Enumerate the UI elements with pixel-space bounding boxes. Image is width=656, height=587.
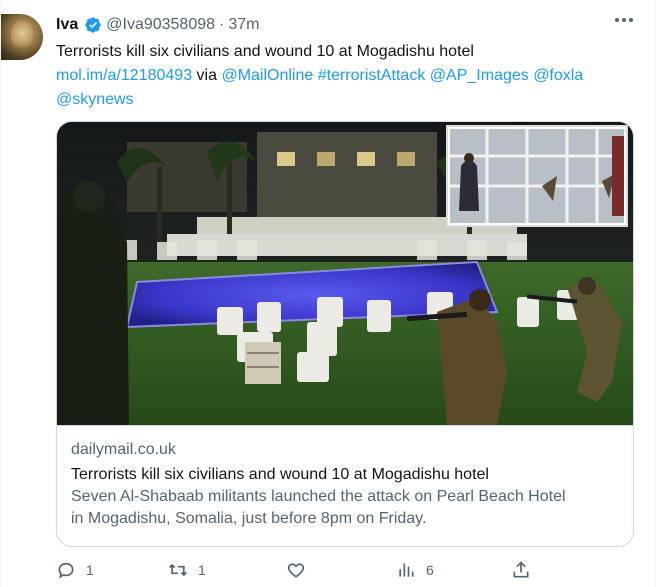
mention-ap-images[interactable]: @AP_Images (430, 67, 529, 84)
like-icon (287, 563, 305, 578)
display-name[interactable]: Iva (56, 16, 78, 34)
card-title: Terrorists kill six civilians and wound … (71, 466, 489, 483)
mention-mailonline[interactable]: @MailOnline (221, 67, 313, 84)
hotel-attack-photo (57, 122, 633, 425)
tweet-header: Iva @Iva90358098 · 37m (56, 14, 259, 36)
share-icon (513, 561, 529, 578)
retweet-count: 1 (198, 562, 206, 578)
tweet-links-line-2: @skynews (56, 88, 646, 112)
separator-dot: · (219, 16, 225, 33)
reply-icon (58, 562, 74, 579)
hashtag-terrorist-attack[interactable]: #terroristAttack (318, 67, 426, 84)
tweet-text: Terrorists kill six civilians and wound … (56, 40, 646, 112)
more-options-icon[interactable] (615, 18, 633, 22)
tweet-actions: 1 1 6 (56, 560, 646, 584)
card-domain: dailymail.co.uk (71, 441, 176, 458)
avatar[interactable] (1, 14, 43, 60)
views-button[interactable]: 6 (396, 560, 434, 580)
views-icon (399, 563, 414, 577)
retweet-icon (169, 563, 187, 577)
article-link[interactable]: mol.im/a/12180493 (56, 67, 192, 84)
tweet-container[interactable]: Iva @Iva90358098 · 37m Terrorists kill s… (0, 0, 656, 587)
verified-badge-icon (85, 17, 101, 33)
share-button[interactable] (511, 560, 531, 580)
reply-button[interactable]: 1 (56, 560, 94, 580)
card-image[interactable] (57, 122, 633, 425)
card-description-line-1: Seven Al-Shabaab militants launched the … (71, 488, 566, 505)
reply-count: 1 (86, 562, 94, 578)
tweet-headline: Terrorists kill six civilians and wound … (56, 43, 474, 60)
mention-skynews[interactable]: @skynews (56, 91, 134, 108)
views-count: 6 (426, 562, 434, 578)
tweet-links-line: mol.im/a/12180493 via @MailOnline #terro… (56, 64, 646, 88)
user-handle[interactable]: @Iva90358098 (106, 16, 215, 34)
via-text: via (196, 67, 217, 84)
timestamp[interactable]: 37m (228, 16, 259, 34)
link-preview-card[interactable]: dailymail.co.uk Terrorists kill six civi… (56, 121, 634, 547)
like-button[interactable] (286, 560, 316, 580)
card-meta[interactable]: dailymail.co.uk Terrorists kill six civi… (57, 425, 633, 546)
mention-foxla[interactable]: @foxla (533, 67, 583, 84)
retweet-button[interactable]: 1 (168, 560, 206, 580)
card-description-line-2: in Mogadishu, Somalia, just before 8pm o… (71, 510, 427, 527)
